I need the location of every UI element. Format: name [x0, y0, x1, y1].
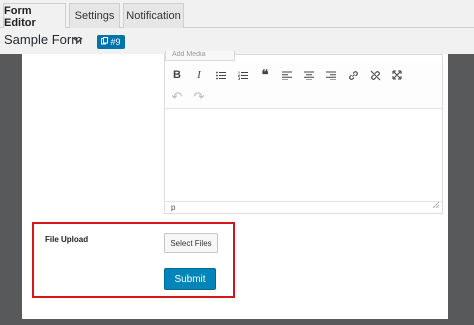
form-id-badge[interactable]: #9: [97, 35, 125, 49]
align-right-icon[interactable]: [321, 66, 341, 84]
align-center-icon[interactable]: [299, 66, 319, 84]
select-files-button[interactable]: Select Files: [164, 233, 218, 253]
form-canvas: Add Media B I ❝ ↶ ↷ p File Upload Select…: [22, 51, 448, 319]
unlink-icon[interactable]: [365, 66, 385, 84]
tab-form-editor[interactable]: Form Editor: [3, 3, 66, 29]
redo-icon[interactable]: ↷: [189, 88, 209, 106]
bold-icon[interactable]: B: [167, 66, 187, 84]
bulleted-list-icon[interactable]: [211, 66, 231, 84]
element-path[interactable]: p: [171, 203, 175, 212]
numbered-list-icon[interactable]: [233, 66, 253, 84]
tab-notification[interactable]: Notification: [123, 3, 184, 28]
form-canvas-frame: Add Media B I ❝ ↶ ↷ p File Upload Select…: [0, 51, 474, 325]
add-media-button[interactable]: Add Media: [165, 51, 235, 61]
form-header: Sample Form #9: [0, 28, 474, 54]
align-left-icon[interactable]: [277, 66, 297, 84]
submit-button[interactable]: Submit: [164, 268, 216, 290]
tab-bar: Form Editor Settings Notification: [0, 0, 474, 29]
app-root: Form Editor Settings Notification Sample…: [0, 0, 474, 325]
fullscreen-icon[interactable]: [387, 66, 407, 84]
italic-icon[interactable]: I: [189, 66, 209, 84]
editor-toolbar: B I ❝ ↶ ↷: [165, 63, 442, 109]
tab-settings[interactable]: Settings: [69, 3, 120, 28]
file-upload-label: File Upload: [45, 235, 89, 244]
file-upload-highlight: File Upload Select Files Submit: [32, 222, 235, 298]
copy-icon: [101, 37, 109, 47]
undo-icon[interactable]: ↶: [167, 88, 187, 106]
link-icon[interactable]: [343, 66, 363, 84]
blockquote-icon[interactable]: ❝: [255, 66, 275, 84]
resize-grip-icon[interactable]: [432, 201, 440, 212]
editor-status-bar: p: [165, 201, 442, 213]
chevron-down-icon[interactable]: [73, 33, 83, 52]
editor-content-area[interactable]: [165, 110, 442, 200]
rich-text-editor: Add Media B I ❝ ↶ ↷ p: [164, 51, 443, 214]
form-id-label: #9: [110, 37, 121, 47]
form-title[interactable]: Sample Form: [4, 32, 82, 47]
